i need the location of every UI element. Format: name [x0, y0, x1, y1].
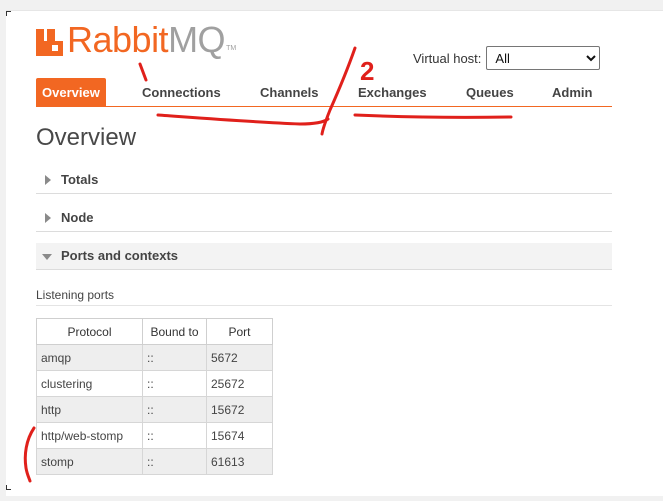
- table-row: clustering :: 25672: [36, 370, 273, 397]
- corner-mark: [6, 11, 11, 16]
- listening-ports-title: Listening ports: [36, 288, 612, 306]
- section-label: Totals: [61, 172, 99, 187]
- tab-queues[interactable]: Queues: [466, 78, 514, 106]
- port-cell: 15672: [206, 396, 273, 423]
- logo-text: RabbitMQ: [67, 22, 226, 58]
- table-header-row: Protocol Bound to Port: [36, 318, 273, 345]
- rabbitmq-logo: RabbitMQ TM: [36, 22, 237, 58]
- protocol-cell: http/web-stomp: [36, 422, 143, 449]
- protocol-cell: amqp: [36, 344, 143, 371]
- port-cell: 15674: [206, 422, 273, 449]
- protocol-cell: clustering: [36, 370, 143, 397]
- port-cell: 61613: [206, 448, 273, 475]
- tab-overview[interactable]: Overview: [36, 78, 106, 106]
- section-label: Node: [61, 210, 94, 225]
- section-label: Ports and contexts: [61, 248, 179, 263]
- table-row: stomp :: 61613: [36, 448, 273, 475]
- protocol-cell: http: [36, 396, 143, 423]
- virtual-host: Virtual host: All: [413, 46, 601, 70]
- column-header-bound-to: Bound to: [142, 318, 207, 345]
- bound-to-cell: ::: [142, 344, 207, 371]
- port-cell: 25672: [206, 370, 273, 397]
- rabbit-icon: [36, 29, 63, 56]
- bound-to-cell: ::: [142, 370, 207, 397]
- table-row: http :: 15672: [36, 396, 273, 423]
- virtual-host-label: Virtual host:: [413, 50, 482, 66]
- tab-channels[interactable]: Channels: [260, 78, 319, 106]
- page-title: Overview: [36, 124, 137, 151]
- bound-to-cell: ::: [142, 396, 207, 423]
- tab-connections[interactable]: Connections: [142, 78, 221, 106]
- port-cell: 5672: [206, 344, 273, 371]
- caret-right-icon: [45, 175, 51, 185]
- section-node[interactable]: Node: [36, 205, 612, 232]
- section-ports-and-contexts[interactable]: Ports and contexts: [36, 243, 612, 270]
- main-nav: Overview Connections Channels Exchanges …: [36, 78, 612, 107]
- tab-exchanges[interactable]: Exchanges: [358, 78, 427, 106]
- logo-rabbit: Rabbit: [67, 19, 169, 60]
- listening-ports-table: Protocol Bound to Port amqp :: 5672 clus…: [36, 318, 273, 475]
- bound-to-cell: ::: [142, 448, 207, 475]
- bound-to-cell: ::: [142, 422, 207, 449]
- logo-tm: TM: [226, 45, 237, 52]
- logo-mq: MQ: [168, 19, 226, 60]
- section-totals[interactable]: Totals: [36, 167, 612, 194]
- tab-admin[interactable]: Admin: [552, 78, 592, 106]
- table-row: http/web-stomp :: 15674: [36, 422, 273, 449]
- caret-down-icon: [42, 254, 52, 260]
- virtual-host-select[interactable]: All: [486, 46, 601, 70]
- column-header-port: Port: [206, 318, 273, 345]
- protocol-cell: stomp: [36, 448, 143, 475]
- column-header-protocol: Protocol: [36, 318, 143, 345]
- corner-mark: [6, 485, 11, 490]
- table-row: amqp :: 5672: [36, 344, 273, 371]
- caret-right-icon: [45, 213, 51, 223]
